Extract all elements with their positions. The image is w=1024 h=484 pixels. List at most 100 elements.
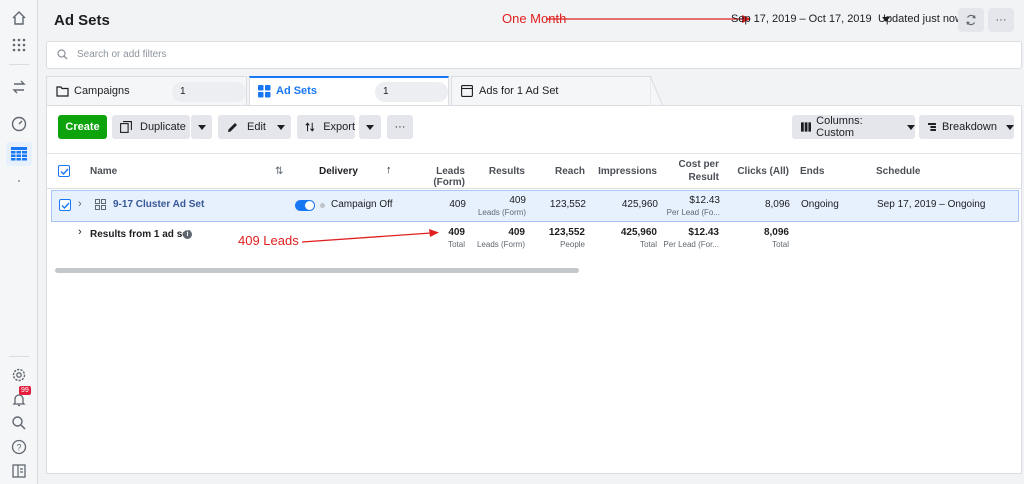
toggle-knob: [305, 201, 314, 210]
export-arrows-icon: [305, 122, 315, 132]
column-cost-per-result-line2[interactable]: Result: [667, 172, 719, 183]
annotation-arrow-right-icon: [546, 15, 751, 23]
search-placeholder: Search or add filters: [77, 49, 167, 60]
info-icon[interactable]: i: [183, 230, 192, 239]
ad-sets-panel: Create Duplicate Edit Export ··· Columns…: [46, 105, 1022, 474]
refresh-icon: [966, 14, 976, 26]
refresh-button[interactable]: [958, 8, 984, 32]
edit-dropdown-button[interactable]: [271, 115, 291, 139]
page-title: Ad Sets: [54, 12, 110, 29]
column-cost-per-result-line1[interactable]: Cost per: [667, 159, 719, 170]
tab-label: Ad Sets: [276, 85, 317, 97]
column-reach[interactable]: Reach: [537, 166, 585, 177]
search-filter-bar[interactable]: Search or add filters: [46, 41, 1022, 69]
duplicate-icon: [120, 121, 132, 133]
ad-set-name-link[interactable]: 9-17 Cluster Ad Set: [113, 199, 204, 210]
summary-results-sub: Leads (Form): [476, 240, 525, 249]
search-icon[interactable]: [10, 414, 28, 432]
breakdown-label: Breakdown: [941, 121, 997, 133]
table-header: Name ⇅ Delivery ↑ Leads (Form) Results R…: [47, 153, 1021, 189]
switch-arrows-icon[interactable]: [10, 78, 28, 96]
help-icon[interactable]: ?: [10, 438, 28, 456]
sort-up-arrow-icon[interactable]: ↑: [386, 164, 392, 176]
summary-clicks: 8,096: [763, 227, 789, 238]
column-schedule[interactable]: Schedule: [876, 166, 920, 177]
leads-value: 409: [449, 199, 466, 210]
clicks-value: 8,096: [764, 199, 790, 210]
breakdown-icon: [928, 123, 936, 131]
window-icon: [461, 85, 473, 100]
columns-icon: [801, 122, 812, 132]
cost-sub: Per Lead (Fo...: [666, 208, 720, 217]
edit-label: Edit: [247, 121, 266, 133]
annotation-409-leads: 409 Leads: [238, 233, 299, 248]
reach-value: 123,552: [549, 199, 586, 210]
summary-cost-sub: Per Lead (For...: [663, 240, 719, 249]
page-header: Ad Sets One Month Sep 17, 2019 – Oct 17,…: [38, 0, 1024, 40]
duplicate-label: Duplicate: [140, 121, 186, 133]
selected-pill[interactable]: 1 selected✕: [172, 82, 246, 117]
date-range-picker[interactable]: Sep 17, 2019 – Oct 17, 2019: [731, 13, 890, 25]
tab-ads[interactable]: Ads for 1 Ad Set: [451, 76, 651, 106]
ads-manager-table-icon[interactable]: [6, 142, 32, 166]
chevron-down-icon: [197, 124, 206, 130]
date-range-label: Sep 17, 2019 – Oct 17, 2019: [731, 13, 872, 25]
pencil-icon: [228, 122, 237, 132]
breakdown-button[interactable]: Breakdown: [919, 115, 1014, 139]
create-button[interactable]: Create: [58, 115, 107, 139]
tab-slant-edge: [650, 76, 664, 106]
schedule-value: Sep 17, 2019 – Ongoing: [877, 199, 986, 210]
selected-pill[interactable]: 1 selected✕: [375, 82, 448, 117]
column-leads-form[interactable]: Leads (Form): [403, 166, 465, 188]
delivery-toggle[interactable]: [295, 200, 315, 211]
summary-reach: 123,552: [548, 227, 585, 238]
summary-impressions: 425,960: [620, 227, 657, 238]
tab-campaigns[interactable]: Campaigns 1 selected✕: [46, 76, 247, 117]
expand-chevron-icon[interactable]: ›: [78, 198, 82, 210]
gear-icon[interactable]: [10, 366, 28, 384]
dashboard-gauge-icon[interactable]: [10, 115, 28, 133]
cost-value: $12.43: [689, 195, 720, 206]
column-impressions[interactable]: Impressions: [597, 166, 657, 177]
horizontal-scrollbar[interactable]: [55, 268, 579, 273]
results-sub: Leads (Form): [477, 208, 526, 217]
report-panel-icon[interactable]: [10, 462, 28, 480]
apps-grid-icon[interactable]: [10, 36, 28, 54]
export-label: Export: [323, 121, 355, 133]
export-dropdown-button[interactable]: [359, 115, 381, 139]
summary-clicks-sub: Total: [772, 240, 789, 249]
chevron-down-icon: [907, 124, 915, 130]
columns-button[interactable]: Columns: Custom: [792, 115, 915, 139]
select-all-checkbox[interactable]: [58, 165, 70, 177]
summary-results: 409: [508, 227, 525, 238]
ad-set-grid-icon: [95, 199, 106, 213]
svg-text:?: ?: [16, 443, 21, 453]
toolbar-more-button[interactable]: ···: [387, 115, 413, 139]
duplicate-dropdown-button[interactable]: [191, 115, 212, 139]
duplicate-button[interactable]: Duplicate: [112, 115, 190, 139]
grid-icon: [258, 85, 271, 101]
tab-ad-sets[interactable]: Ad Sets 1 selected✕: [249, 76, 449, 117]
summary-row: › Results from 1 ad set i 409 Total 409 …: [47, 224, 1021, 256]
column-name[interactable]: Name: [90, 166, 117, 177]
column-ends[interactable]: Ends: [800, 166, 824, 177]
sort-arrows-icon[interactable]: ⇅: [275, 166, 283, 177]
notifications-bell-icon[interactable]: 99: [10, 386, 31, 409]
export-button[interactable]: Export: [297, 115, 355, 139]
table-row[interactable]: › 9-17 Cluster Ad Set Campaign Off 409 4…: [51, 190, 1019, 222]
delivery-status: Campaign Off: [331, 199, 393, 210]
home-icon[interactable]: [10, 9, 28, 27]
expand-chevron-icon[interactable]: ›: [78, 226, 82, 238]
column-results[interactable]: Results: [477, 166, 525, 177]
chevron-down-icon: [277, 124, 285, 130]
more-dot-icon: [10, 177, 28, 185]
header-more-button[interactable]: ···: [988, 8, 1014, 32]
search-icon: [57, 49, 68, 63]
row-checkbox[interactable]: [59, 199, 71, 211]
updated-status: Updated just now: [878, 13, 963, 25]
status-dot-icon: [320, 203, 325, 208]
tab-label: Campaigns: [74, 85, 130, 97]
column-delivery[interactable]: Delivery: [319, 166, 358, 177]
column-clicks-all[interactable]: Clicks (All): [727, 166, 789, 177]
summary-reach-sub: People: [560, 240, 585, 249]
